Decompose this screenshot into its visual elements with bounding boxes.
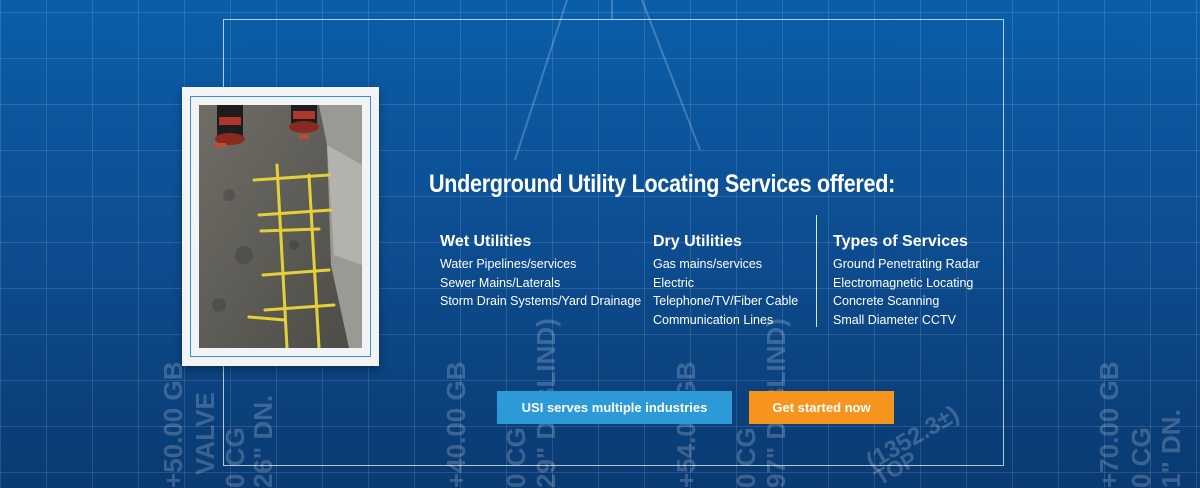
dry-utilities-column: Dry Utilities Gas mains/services Electri…	[653, 233, 798, 329]
types-of-services-heading: Types of Services	[833, 233, 968, 250]
list-item: Small Diameter CCTV	[833, 312, 956, 327]
list-item: Electromagnetic Locating	[833, 275, 974, 290]
utility-markings-photo	[199, 105, 362, 348]
wet-utilities-heading: Wet Utilities	[440, 233, 532, 250]
wet-utilities-column: Wet Utilities Water Pipelines/services S…	[440, 233, 641, 311]
list-item: Ground Penetrating Radar	[833, 257, 980, 271]
section-title: Underground Utility Locating Services of…	[429, 170, 895, 198]
list-item: Communication Lines	[653, 312, 774, 327]
bg-text-13: +70.00 GB	[1094, 362, 1124, 488]
list-item: Concrete Scanning	[833, 294, 940, 308]
industries-button[interactable]: USI serves multiple industries	[497, 391, 732, 424]
get-started-button[interactable]: Get started now	[749, 391, 894, 424]
list-item: Telephone/TV/Fiber Cable	[653, 294, 799, 308]
list-item: Electric	[653, 275, 694, 290]
list-item: Gas mains/services	[653, 257, 763, 271]
column-divider	[816, 215, 817, 327]
bg-text-15: 1" DN.	[1156, 409, 1186, 488]
list-item: Water Pipelines/services	[440, 257, 577, 271]
bg-text-14: 0 CG	[1126, 427, 1156, 488]
list-item: Sewer Mains/Laterals	[440, 275, 561, 290]
list-item: Storm Drain Systems/Yard Drainage	[440, 294, 642, 308]
photo-image	[199, 105, 362, 348]
types-of-services-column: Types of Services Ground Penetrating Rad…	[833, 233, 980, 329]
bg-text-2: VALVE	[190, 392, 220, 475]
bg-text-1: +50.00 GB	[158, 362, 188, 488]
dry-utilities-heading: Dry Utilities	[653, 233, 742, 250]
